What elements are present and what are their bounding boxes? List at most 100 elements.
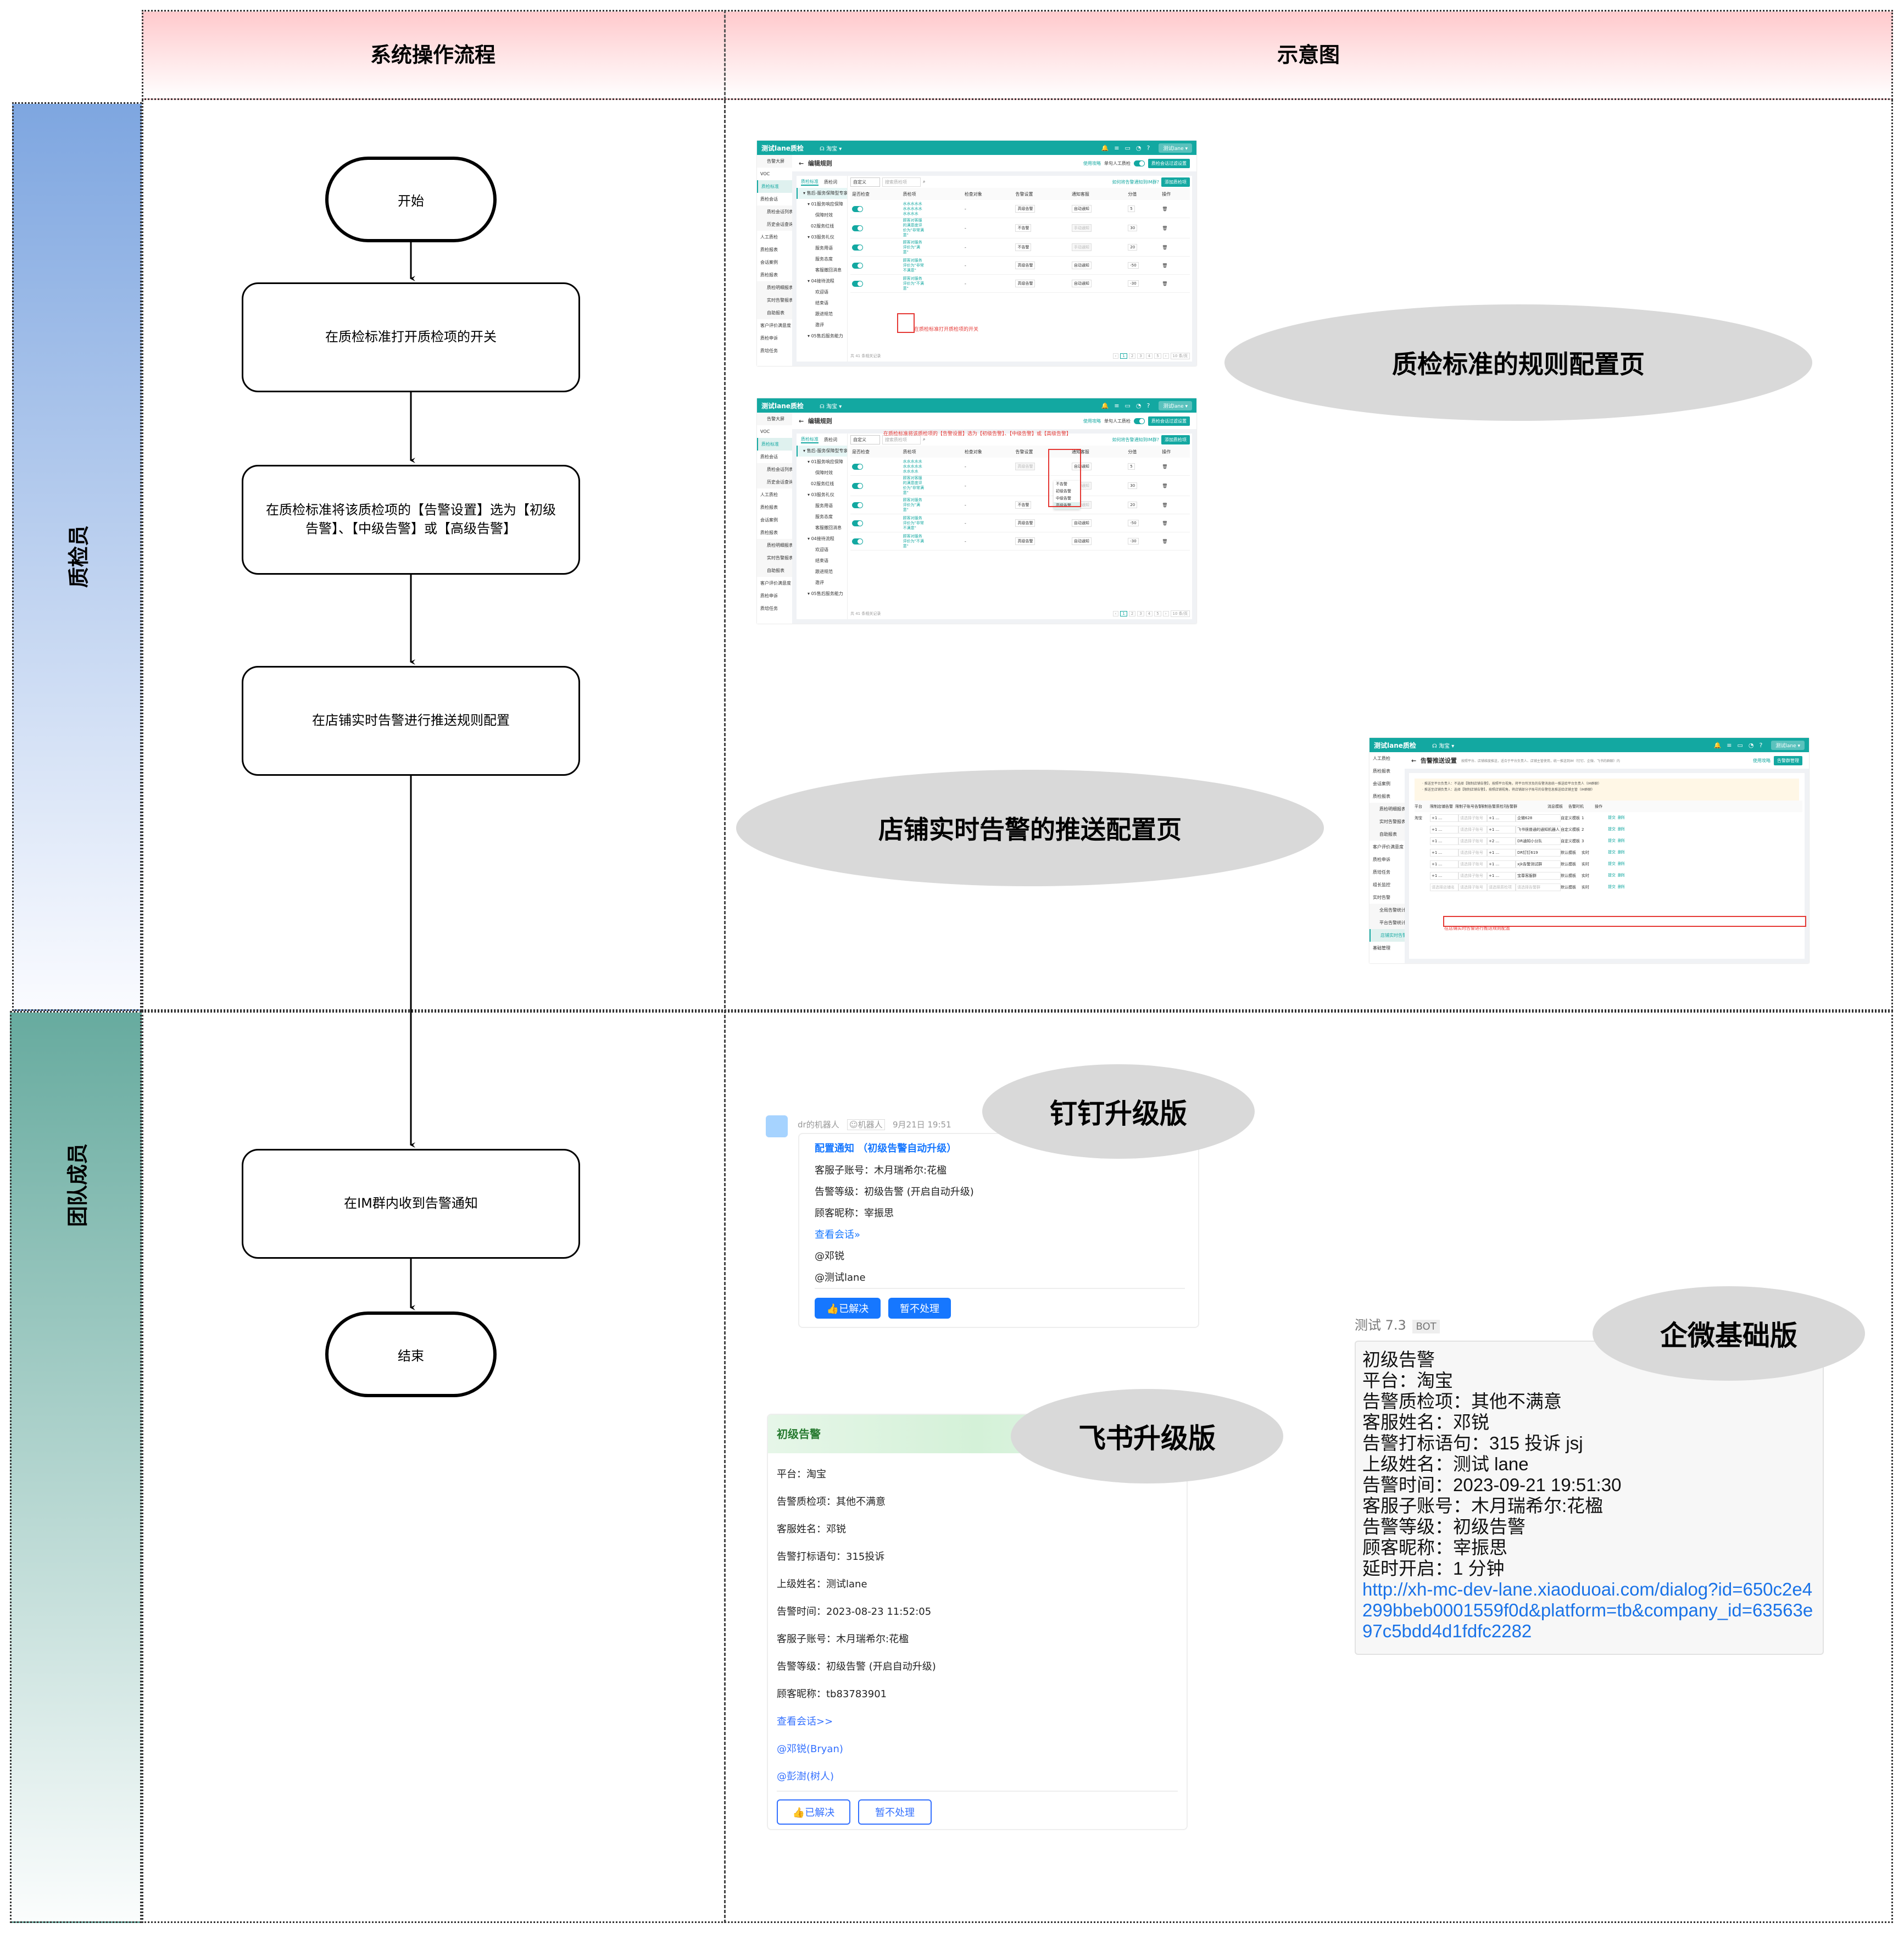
tab-words[interactable]: 质检词 [824,437,837,443]
template-link[interactable]: 自定义模板 [1561,838,1582,844]
template-link[interactable]: 自定义模板 [1561,815,1582,821]
score-input[interactable]: -50 [1128,520,1139,526]
trash-icon[interactable]: 🗑 [1160,256,1190,275]
tree-node[interactable]: ▾ 03服务礼仪 [797,490,847,501]
platform-select[interactable]: ☊ 淘宝 ▾ [820,144,1101,152]
filter-settings-button[interactable]: 质检会话过滤设置 [1148,158,1190,168]
sidebar-item[interactable]: 实时告警报表 [757,294,792,307]
template-link[interactable]: 默认模板 [1561,862,1582,867]
topbar-icons[interactable]: 🔔≡▭◔? [1714,742,1768,749]
sidebar-item[interactable]: 质检标准 [757,438,792,451]
sidebar-item[interactable]: 质检会话列表 [757,205,792,218]
sidebar-item[interactable]: 人工质检 [1369,752,1405,765]
sidebar-item[interactable]: 人工质检 [757,488,792,501]
platform-select[interactable]: ☊ 淘宝 ▾ [820,402,1101,410]
tree-node[interactable]: ▾ 05售后服务能力 [797,588,847,599]
shop-select[interactable]: +1 ... [1430,848,1458,857]
sidebar-item[interactable]: 全局告警统计 [1369,904,1405,916]
score-input[interactable]: -30 [1128,280,1139,287]
delete-link[interactable]: 删除 [1618,861,1624,866]
page-button[interactable]: 5 [1154,611,1161,616]
check-toggle[interactable] [852,225,863,231]
delete-link[interactable]: 删除 [1618,838,1624,843]
sidebar-item[interactable]: 质检报表 [1369,765,1405,777]
tree-node[interactable]: 跟进规范 [797,309,847,320]
check-toggle[interactable] [852,205,863,212]
sidebar-item[interactable]: 会话案例 [757,256,792,269]
topbar-icons[interactable]: 🔔≡▭◔? [1101,145,1156,152]
submit-link[interactable]: 提交 [1608,826,1616,832]
manual-check-toggle[interactable] [1134,418,1145,424]
submit-link[interactable]: 提交 [1608,849,1616,855]
subaccount-select[interactable]: 请选择子账号 [1458,871,1487,880]
mention[interactable]: @测试lane [815,1270,866,1284]
sidebar-item[interactable]: 客户评价满意度 [757,577,792,590]
sidebar-item[interactable]: 质检明细报表 [1369,803,1405,815]
ignore-button[interactable]: 暂不处理 [888,1298,951,1319]
alert-group-select[interactable]: 请选择告警群 [1516,883,1561,891]
alert-select[interactable]: 不告警 [1015,501,1032,509]
shop-select[interactable]: +1 ... [1430,814,1458,822]
sidebar-item[interactable]: 告警大屏 [757,155,792,168]
guide-link[interactable]: 使用攻略 [1753,758,1771,764]
check-item-select[interactable]: +1 ... [1487,848,1516,857]
tree-node[interactable]: ▾ 03服务礼仪 [797,232,847,243]
trash-icon[interactable]: 🗑 [1160,496,1190,514]
view-session-link[interactable]: 查看会话>> [777,1714,833,1728]
tree-node[interactable]: 客服撤回消息 [797,523,847,533]
page-button[interactable]: 5 [1154,353,1161,359]
search-icon[interactable]: ⌕ [923,437,925,442]
score-input[interactable]: 30 [1128,225,1138,231]
score-input[interactable]: -30 [1128,538,1139,544]
sidebar-item[interactable]: 平台告警统计 [1369,916,1405,929]
sidebar-item[interactable]: VOC [757,168,792,180]
sidebar-item[interactable]: 质培任务 [757,602,792,615]
tree-node[interactable]: 客服撤回消息 [797,265,847,276]
sidebar-item[interactable]: 实时告警报表 [1369,815,1405,828]
sidebar-item[interactable]: 质检报表 [757,269,792,281]
sidebar-item[interactable]: 质检会话列表 [757,463,792,476]
notify-select[interactable]: 自动通知 [1071,205,1092,213]
alert-timing[interactable]: 2 [1582,827,1608,832]
sidebar-item[interactable]: 质检报表 [757,243,792,256]
alert-select[interactable]: 高级告警 [1015,280,1035,287]
template-link[interactable]: 自定义模板 [1561,827,1582,832]
template-link[interactable]: 默认模板 [1561,885,1582,890]
alert-group-select[interactable]: xjk告警测试群 [1516,860,1561,868]
score-input[interactable]: 20 [1128,244,1138,251]
sidebar-item[interactable]: 自助报表 [757,564,792,577]
shop-select[interactable]: 请选择店铺名 [1430,883,1458,891]
check-toggle[interactable] [852,244,863,251]
tree-node[interactable]: 欢迎语 [797,544,847,555]
user-menu[interactable]: 测试lane ▾ [1159,143,1192,153]
im-help-link[interactable]: 如何将告警通知到IM群? [1112,179,1159,185]
shop-select[interactable]: +1 ... [1430,837,1458,845]
check-toggle[interactable] [852,482,863,489]
sidebar-item[interactable]: 质检报表 [757,501,792,514]
sidebar-item[interactable]: 人工质检 [757,231,792,243]
subaccount-select[interactable]: 请选择子账号 [1458,848,1487,857]
add-item-button[interactable]: 添加质检项 [1161,435,1190,444]
sidebar-item[interactable]: 店铺实时告警 [1369,929,1405,942]
page-button[interactable]: 4 [1145,353,1153,359]
alert-timing[interactable]: 实时 [1582,862,1608,867]
tree-node[interactable]: ▾ 04接待流程 [797,533,847,544]
alert-group-select[interactable]: 宝尊客服群 [1516,871,1561,880]
check-item-select[interactable]: +1 ... [1487,825,1516,833]
tree-node[interactable]: ▾ 01服务响应保障 [797,199,847,210]
sidebar-item[interactable]: 质检报表 [757,526,792,539]
tree-node[interactable]: ▾ 05售后服务能力 [797,331,847,342]
check-toggle[interactable] [852,502,863,508]
notify-select[interactable]: 手动通知 [1071,224,1092,232]
page-button[interactable]: 2 [1128,353,1136,359]
subaccount-select[interactable]: 请选择子账号 [1458,860,1487,868]
tree-node[interactable]: 保障时效 [797,468,847,479]
page-size-select[interactable]: 10 条/页 [1170,610,1190,617]
sidebar-item[interactable]: 质检会话 [757,193,792,205]
tree-node[interactable]: 保障时效 [797,210,847,221]
prev-page[interactable]: ‹ [1112,611,1119,616]
mention[interactable]: @彭澍(树人) [777,1769,834,1783]
next-page[interactable]: › [1162,611,1169,616]
check-toggle[interactable] [852,538,863,544]
tree-node[interactable]: ▾ 售后-服务保障型专家 [797,188,847,199]
